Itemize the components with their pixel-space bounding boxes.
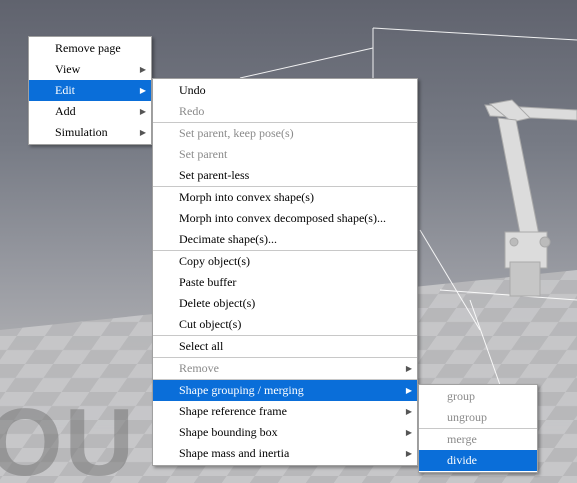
menu-item-label: divide xyxy=(447,453,477,467)
menu-item-cut-object-s[interactable]: Cut object(s) xyxy=(153,314,417,335)
submenu-arrow-icon: ▶ xyxy=(405,407,412,416)
menu-item-select-all[interactable]: Select all xyxy=(153,336,417,357)
submenu-arrow-icon: ▶ xyxy=(139,107,146,116)
menu-item-label: Set parent, keep pose(s) xyxy=(179,126,294,140)
menu-item-ungroup: ungroup xyxy=(419,407,537,428)
submenu-arrow-icon: ▶ xyxy=(405,449,412,458)
menu-item-label: Morph into convex shape(s) xyxy=(179,190,314,204)
submenu-arrow-icon: ▶ xyxy=(139,128,146,137)
menu-item-undo[interactable]: Undo xyxy=(153,80,417,101)
menu-item-shape-grouping-merging[interactable]: Shape grouping / merging ▶ xyxy=(153,380,417,401)
menu-item-edit[interactable]: Edit ▶ xyxy=(29,80,151,101)
menu-item-copy-object-s[interactable]: Copy object(s) xyxy=(153,251,417,272)
menu-item-label: Simulation xyxy=(55,125,108,139)
submenu-arrow-icon: ▶ xyxy=(405,386,412,395)
menu-item-morph-into-convex-decomposed-shape-s[interactable]: Morph into convex decomposed shape(s)... xyxy=(153,208,417,229)
menu-item-label: Decimate shape(s)... xyxy=(179,232,277,246)
menu-item-label: Cut object(s) xyxy=(179,317,242,331)
menu-item-label: Select all xyxy=(179,339,224,353)
menu-item-remove: Remove ▶ xyxy=(153,358,417,379)
menu-item-label: View xyxy=(55,62,81,76)
menu-item-morph-into-convex-shape-s[interactable]: Morph into convex shape(s) xyxy=(153,187,417,208)
watermark-text: OU xyxy=(0,389,136,483)
menu-item-label: group xyxy=(447,389,475,403)
menu-item-merge: merge xyxy=(419,429,537,450)
robot-arm xyxy=(484,99,577,297)
menu-item-label: ungroup xyxy=(447,410,487,424)
menu-item-label: merge xyxy=(447,432,477,446)
menu-item-redo: Redo xyxy=(153,101,417,122)
menu-item-set-parent-keep-pose-s: Set parent, keep pose(s) xyxy=(153,123,417,144)
menu-item-simulation[interactable]: Simulation ▶ xyxy=(29,122,151,143)
menu-item-group: group xyxy=(419,386,537,407)
menu-item-shape-mass-and-inertia[interactable]: Shape mass and inertia ▶ xyxy=(153,443,417,464)
context-menu-main: Remove page View ▶ Edit ▶ Add ▶ Simulation ▶ xyxy=(28,36,152,145)
menu-item-label: Undo xyxy=(179,83,206,97)
menu-item-label: Shape reference frame xyxy=(179,404,287,418)
menu-item-label: Shape mass and inertia xyxy=(179,446,290,460)
menu-item-divide[interactable]: divide xyxy=(419,450,537,471)
menu-item-remove-page[interactable]: Remove page xyxy=(29,38,151,59)
menu-item-label: Delete object(s) xyxy=(179,296,256,310)
menu-item-decimate-shape-s[interactable]: Decimate shape(s)... xyxy=(153,229,417,250)
submenu-arrow-icon: ▶ xyxy=(405,428,412,437)
menu-item-label: Redo xyxy=(179,104,205,118)
menu-item-delete-object-s[interactable]: Delete object(s) xyxy=(153,293,417,314)
menu-item-label: Add xyxy=(55,104,76,118)
menu-item-label: Remove page xyxy=(55,41,121,55)
menu-item-label: Shape bounding box xyxy=(179,425,278,439)
menu-item-shape-reference-frame[interactable]: Shape reference frame ▶ xyxy=(153,401,417,422)
menu-item-paste-buffer[interactable]: Paste buffer xyxy=(153,272,417,293)
menu-item-add[interactable]: Add ▶ xyxy=(29,101,151,122)
submenu-arrow-icon: ▶ xyxy=(139,86,146,95)
menu-item-label: Morph into convex decomposed shape(s)... xyxy=(179,211,386,225)
menu-item-set-parent: Set parent xyxy=(153,144,417,165)
menu-item-label: Set parent xyxy=(179,147,228,161)
menu-item-shape-bounding-box[interactable]: Shape bounding box ▶ xyxy=(153,422,417,443)
submenu-arrow-icon: ▶ xyxy=(139,65,146,74)
menu-item-label: Shape grouping / merging xyxy=(179,383,304,397)
menu-item-label: Edit xyxy=(55,83,75,97)
submenu-arrow-icon: ▶ xyxy=(405,364,412,373)
menu-item-label: Copy object(s) xyxy=(179,254,250,268)
context-menu-shape-grouping: group ungroup merge divide xyxy=(418,384,538,473)
menu-item-label: Paste buffer xyxy=(179,275,237,289)
menu-item-label: Set parent-less xyxy=(179,168,250,182)
context-menu-edit: Undo Redo Set parent, keep pose(s) Set pare… xyxy=(152,78,418,466)
menu-item-view[interactable]: View ▶ xyxy=(29,59,151,80)
menu-item-label: Remove xyxy=(179,361,219,375)
menu-item-set-parent-less[interactable]: Set parent-less xyxy=(153,165,417,186)
